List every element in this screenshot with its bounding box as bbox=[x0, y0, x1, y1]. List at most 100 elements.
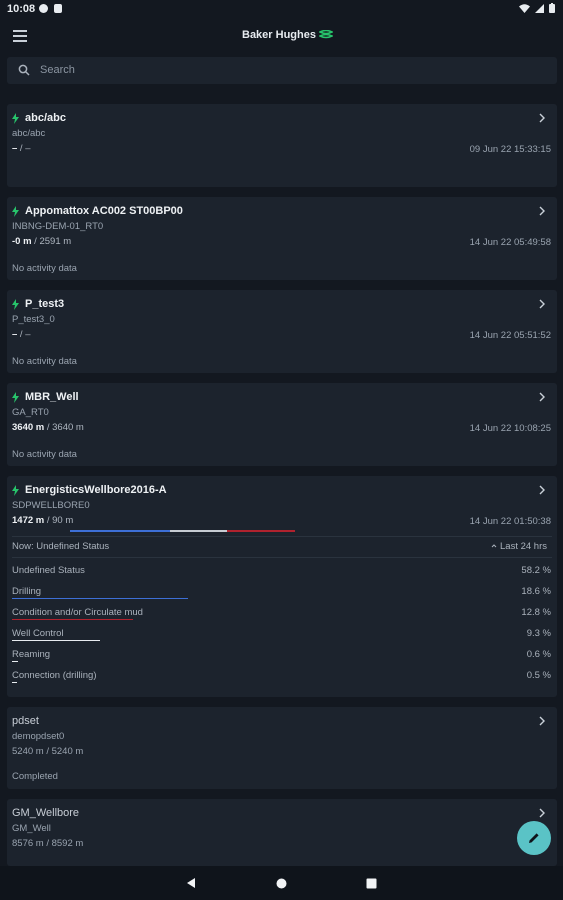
chevron-right-icon[interactable] bbox=[537, 716, 547, 726]
stat-label: Reaming bbox=[12, 649, 51, 660]
well-name: pdset bbox=[12, 715, 39, 727]
system-nav-bar bbox=[0, 866, 563, 900]
bolt-icon bbox=[12, 205, 19, 217]
bolt-icon bbox=[12, 298, 19, 310]
chevron-up-icon bbox=[492, 544, 497, 548]
wellbore-name: GA_RT0 bbox=[12, 407, 49, 418]
depth-readout: 3640 m / 3640 m bbox=[12, 422, 84, 433]
wellbore-name: SDPWELLBORE0 bbox=[12, 500, 90, 511]
stat-label: Condition and/or Circulate mud bbox=[12, 607, 143, 618]
notification-icon bbox=[39, 4, 48, 13]
pencil-icon bbox=[529, 833, 539, 843]
well-name: P_test3 bbox=[25, 298, 65, 310]
wellbore-name: demopdset0 bbox=[12, 731, 65, 742]
timeline-condition-segment bbox=[227, 530, 295, 532]
bolt-icon bbox=[12, 112, 19, 124]
stat-percent: 0.6 % bbox=[526, 649, 551, 660]
well-card[interactable]: GM_Wellbore GM_Well 8576 m / 8592 m bbox=[7, 799, 557, 866]
battery-icon bbox=[549, 3, 555, 13]
wellbore-name: INBNG-DEM-01_RT0 bbox=[12, 221, 104, 232]
search-bar[interactable]: Search bbox=[7, 57, 557, 84]
well-card[interactable]: P_test3 P_test3_0 – / – 14 Jun 22 05:51:… bbox=[7, 290, 557, 373]
activity-stat-row: Reaming 0.6 % bbox=[12, 649, 551, 662]
activity-status: No activity data bbox=[12, 263, 77, 274]
brand-name: Baker Hughes bbox=[242, 29, 316, 41]
sim-icon bbox=[54, 4, 62, 13]
stat-bar bbox=[12, 682, 17, 683]
well-name: abc/abc bbox=[25, 112, 66, 124]
menu-icon[interactable] bbox=[13, 30, 27, 42]
stat-percent: 9.3 % bbox=[526, 628, 551, 639]
stat-percent: 58.2 % bbox=[521, 565, 551, 576]
depth-readout: 8576 m / 8592 m bbox=[12, 838, 84, 849]
search-icon bbox=[18, 64, 30, 76]
depth-readout: -0 m / 2591 m bbox=[12, 236, 71, 247]
brand-mark-icon bbox=[318, 29, 333, 38]
status-bar: 10:08 bbox=[0, 0, 563, 18]
well-title: P_test3 bbox=[12, 298, 64, 310]
app-bar: Baker Hughes bbox=[0, 18, 563, 56]
stat-label: Connection (drilling) bbox=[12, 670, 97, 681]
brand-logo: Baker Hughes bbox=[242, 29, 333, 41]
activity-stat-row: Condition and/or Circulate mud 12.8 % bbox=[12, 607, 551, 620]
timestamp: 14 Jun 22 01:50:38 bbox=[469, 516, 551, 527]
stat-percent: 0.5 % bbox=[526, 670, 551, 681]
chevron-right-icon[interactable] bbox=[537, 808, 547, 818]
depth-current: 1472 m bbox=[12, 515, 45, 526]
home-icon[interactable] bbox=[276, 878, 287, 889]
chevron-right-icon[interactable] bbox=[537, 206, 547, 216]
stat-label: Well Control bbox=[12, 628, 64, 639]
now-status: Now: Undefined Status bbox=[12, 541, 110, 552]
bolt-icon bbox=[12, 484, 19, 496]
period-text: Last 24 hrs bbox=[500, 541, 547, 552]
wellbore-name: abc/abc bbox=[12, 128, 46, 139]
stat-label: Undefined Status bbox=[12, 565, 85, 576]
activity-stat-row: Well Control 9.3 % bbox=[12, 628, 551, 641]
well-card[interactable]: MBR_Well GA_RT0 3640 m / 3640 m 14 Jun 2… bbox=[7, 383, 557, 466]
depth-current: -0 m bbox=[12, 236, 32, 247]
chevron-right-icon[interactable] bbox=[537, 392, 547, 402]
well-name: EnergisticsWellbore2016-A bbox=[25, 484, 167, 496]
well-title: EnergisticsWellbore2016-A bbox=[12, 484, 167, 496]
well-card[interactable]: abc/abc abc/abc – / – 09 Jun 22 15:33:15 bbox=[7, 104, 557, 187]
wellbore-name: P_test3_0 bbox=[12, 314, 55, 325]
activity-stat-row: Drilling 18.6 % bbox=[12, 586, 551, 599]
recents-icon[interactable] bbox=[366, 878, 377, 889]
period-label: Last 24 hrs bbox=[491, 541, 547, 552]
well-card[interactable]: pdset demopdset0 5240 m / 5240 m Complet… bbox=[7, 707, 557, 789]
chevron-right-icon[interactable] bbox=[537, 485, 547, 495]
depth-readout: 1472 m / 90 m bbox=[12, 515, 73, 526]
stat-percent: 12.8 % bbox=[521, 607, 551, 618]
well-card[interactable]: Appomattox AC002 ST00BP00 INBNG-DEM-01_R… bbox=[7, 197, 557, 280]
timeline-drilling-segment bbox=[70, 530, 170, 532]
well-card-expanded[interactable]: EnergisticsWellbore2016-A SDPWELLBORE0 1… bbox=[7, 476, 557, 697]
chevron-right-icon[interactable] bbox=[537, 113, 547, 123]
stat-label: Drilling bbox=[12, 586, 42, 597]
stat-bar bbox=[12, 640, 100, 641]
stat-bar bbox=[12, 619, 133, 620]
divider bbox=[12, 557, 552, 558]
depth-total: / 90 m bbox=[44, 515, 74, 526]
divider bbox=[12, 536, 552, 537]
signal-icon bbox=[535, 3, 544, 13]
depth-current: 3640 m bbox=[12, 422, 45, 433]
depth-total: / 3640 m bbox=[44, 422, 84, 433]
timestamp: 09 Jun 22 15:33:15 bbox=[469, 144, 551, 155]
depth-readout: – / – bbox=[12, 329, 31, 340]
bolt-icon bbox=[12, 391, 19, 403]
chevron-right-icon[interactable] bbox=[537, 299, 547, 309]
activity-status: Completed bbox=[12, 771, 58, 782]
stat-bar bbox=[12, 598, 188, 599]
timeline-undefined-segment bbox=[170, 530, 227, 532]
depth-readout: 5240 m / 5240 m bbox=[12, 746, 84, 757]
depth-total: / – bbox=[17, 329, 31, 340]
stat-percent: 18.6 % bbox=[521, 586, 551, 597]
edit-fab-button[interactable] bbox=[517, 821, 551, 855]
back-icon[interactable] bbox=[185, 877, 197, 889]
timestamp: 14 Jun 22 10:08:25 bbox=[469, 423, 551, 434]
activity-status: No activity data bbox=[12, 449, 77, 460]
well-title: Appomattox AC002 ST00BP00 bbox=[12, 205, 183, 217]
status-time: 10:08 bbox=[7, 3, 36, 15]
well-name: MBR_Well bbox=[25, 391, 79, 403]
timestamp: 14 Jun 22 05:49:58 bbox=[469, 237, 551, 248]
